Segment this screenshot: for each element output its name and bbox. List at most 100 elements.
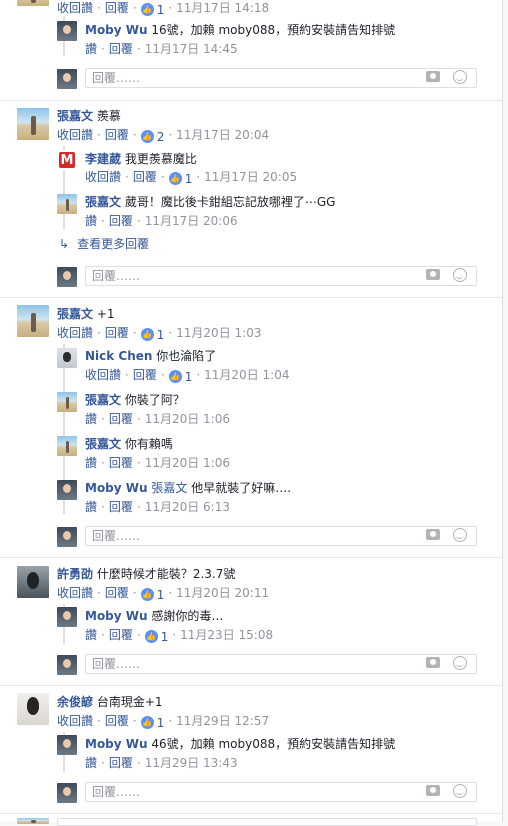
like-button[interactable]: 讚: [85, 500, 97, 514]
reply-button[interactable]: 回覆: [109, 214, 133, 228]
like-count[interactable]: 👍 1: [168, 369, 192, 385]
avatar[interactable]: [57, 348, 77, 368]
avatar[interactable]: [57, 150, 77, 170]
like-count[interactable]: 👍 1: [144, 629, 168, 645]
unlike-button[interactable]: 收回讚: [85, 368, 121, 382]
reply-button[interactable]: 回覆: [109, 628, 133, 642]
author-name[interactable]: 許勇劭: [57, 567, 93, 581]
reply-button[interactable]: 回覆: [109, 42, 133, 56]
author-name[interactable]: Moby Wu: [85, 609, 148, 623]
reply-button[interactable]: 回覆: [105, 326, 129, 340]
like-button[interactable]: 讚: [85, 42, 97, 56]
author-name[interactable]: 張嘉文: [85, 437, 121, 451]
emoji-icon[interactable]: [453, 656, 467, 670]
like-count[interactable]: 👍 1: [140, 327, 164, 343]
like-button[interactable]: 讚: [85, 756, 97, 770]
reply-button[interactable]: 回覆: [105, 714, 129, 728]
timestamp[interactable]: 11月17日 20:04: [176, 128, 269, 142]
author-name[interactable]: Moby Wu: [85, 481, 148, 495]
avatar[interactable]: [17, 305, 49, 337]
timestamp[interactable]: 11月20日 6:13: [145, 500, 230, 514]
emoji-icon[interactable]: [453, 268, 467, 282]
reply-button[interactable]: 回覆: [105, 128, 129, 142]
author-name[interactable]: 張嘉文: [85, 393, 121, 407]
avatar[interactable]: [57, 480, 77, 500]
author-name[interactable]: 李建葳: [85, 152, 121, 166]
like-count[interactable]: 👍 1: [140, 715, 164, 731]
timestamp[interactable]: 11月17日 20:06: [145, 214, 238, 228]
like-button[interactable]: 讚: [85, 628, 97, 642]
unlike-button[interactable]: 收回讚: [57, 586, 93, 600]
author-name[interactable]: 張嘉文: [57, 307, 93, 321]
mention-tag[interactable]: 張嘉文: [151, 481, 187, 495]
reply-button[interactable]: 回覆: [133, 368, 157, 382]
reply-button[interactable]: 回覆: [109, 412, 133, 426]
timestamp[interactable]: 11月17日 14:45: [145, 42, 238, 56]
comment-input[interactable]: [57, 818, 477, 826]
avatar[interactable]: [57, 21, 77, 41]
reply-input[interactable]: 回覆……: [85, 654, 477, 674]
reply-button[interactable]: 回覆: [109, 756, 133, 770]
author-name[interactable]: Nick Chen: [85, 349, 152, 363]
avatar[interactable]: [17, 108, 49, 140]
divider: [0, 685, 502, 686]
avatar[interactable]: [17, 566, 49, 598]
unlike-button[interactable]: 收回讚: [57, 1, 93, 15]
avatar[interactable]: [57, 436, 77, 456]
like-count[interactable]: 👍 1: [168, 171, 192, 187]
camera-icon[interactable]: [426, 71, 440, 82]
like-count[interactable]: 👍 2: [140, 129, 164, 145]
timestamp[interactable]: 11月17日 14:18: [176, 1, 269, 15]
reply-input[interactable]: 回覆……: [85, 526, 477, 546]
like-count[interactable]: 👍 1: [140, 587, 164, 603]
timestamp[interactable]: 11月29日 13:43: [145, 756, 238, 770]
unlike-button[interactable]: 收回讚: [85, 170, 121, 184]
like-button[interactable]: 讚: [85, 456, 97, 470]
avatar: [57, 267, 77, 287]
author-name[interactable]: Moby Wu: [85, 23, 148, 37]
reply-input[interactable]: 回覆……: [85, 266, 477, 286]
timestamp[interactable]: 11月20日 1:06: [145, 456, 230, 470]
camera-icon[interactable]: [426, 785, 440, 796]
unlike-button[interactable]: 收回讚: [57, 714, 93, 728]
reply-button[interactable]: 回覆: [109, 456, 133, 470]
timestamp[interactable]: 11月29日 12:57: [176, 714, 269, 728]
author-name[interactable]: 張嘉文: [57, 109, 93, 123]
avatar[interactable]: [57, 194, 77, 214]
reply-button[interactable]: 回覆: [109, 500, 133, 514]
comment-text: 他早就裝了好嘛….: [191, 481, 292, 495]
timestamp[interactable]: 11月20日 1:06: [145, 412, 230, 426]
like-button[interactable]: 讚: [85, 412, 97, 426]
timestamp[interactable]: 11月20日 1:03: [176, 326, 261, 340]
view-more-replies-link[interactable]: ↳ 查看更多回覆: [59, 236, 149, 252]
avatar[interactable]: [57, 735, 77, 755]
emoji-icon[interactable]: [453, 70, 467, 84]
timestamp[interactable]: 11月20日 20:11: [176, 586, 269, 600]
timestamp[interactable]: 11月20日 1:04: [204, 368, 289, 382]
camera-icon[interactable]: [426, 657, 440, 668]
timestamp[interactable]: 11月23日 15:08: [180, 628, 273, 642]
like-button[interactable]: 讚: [85, 214, 97, 228]
author-name[interactable]: 張嘉文: [85, 195, 121, 209]
camera-icon[interactable]: [426, 529, 440, 540]
avatar[interactable]: [57, 392, 77, 412]
reply-button[interactable]: 回覆: [105, 1, 129, 15]
reply-input[interactable]: 回覆……: [85, 782, 477, 802]
timestamp[interactable]: 11月17日 20:05: [204, 170, 297, 184]
avatar[interactable]: [17, 0, 49, 6]
camera-icon[interactable]: [426, 269, 440, 280]
reply-input[interactable]: 回覆……: [85, 68, 477, 88]
unlike-button[interactable]: 收回讚: [57, 326, 93, 340]
author-name[interactable]: Moby Wu: [85, 737, 148, 751]
like-count[interactable]: 👍 1: [140, 2, 164, 18]
comment-meta: 讚 · 回覆 · 11月17日 20:06: [85, 214, 238, 228]
avatar[interactable]: [57, 607, 77, 627]
avatar[interactable]: [17, 693, 49, 725]
author-name[interactable]: 余俊諺: [57, 695, 93, 709]
reply-button[interactable]: 回覆: [105, 586, 129, 600]
reply-button[interactable]: 回覆: [133, 170, 157, 184]
emoji-icon[interactable]: [453, 528, 467, 542]
emoji-icon[interactable]: [453, 784, 467, 798]
unlike-button[interactable]: 收回讚: [57, 128, 93, 142]
avatar[interactable]: [17, 818, 49, 824]
